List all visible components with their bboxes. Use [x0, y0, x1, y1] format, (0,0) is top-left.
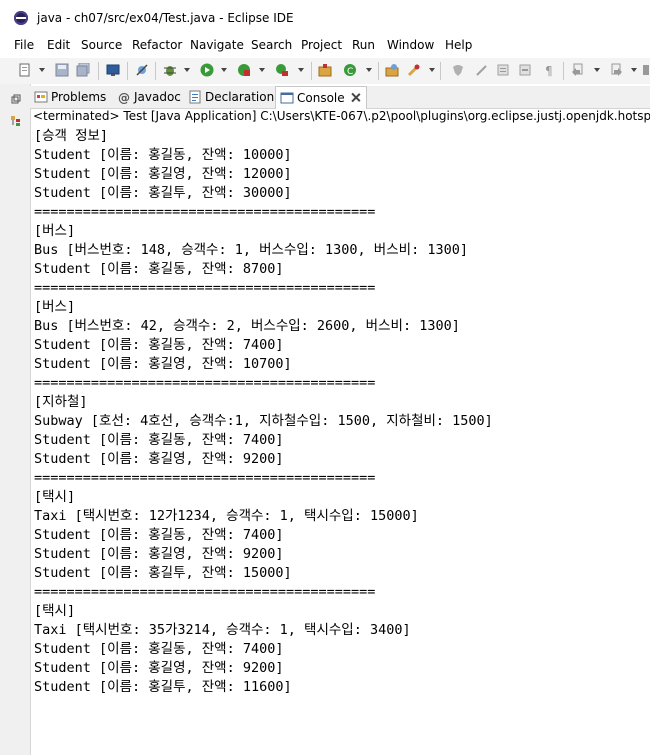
forward-icon[interactable]: [609, 63, 623, 77]
new-class-icon[interactable]: C: [343, 63, 357, 77]
debug-icon[interactable]: [163, 63, 177, 77]
tab-label: Problems: [51, 90, 107, 104]
search-dropdown-icon[interactable]: [429, 68, 435, 72]
console-line: ========================================…: [34, 375, 376, 391]
menu-help[interactable]: Help: [445, 38, 472, 52]
title-bar: java - ch07/src/ex04/Test.java - Eclipse…: [0, 0, 650, 36]
tab-declaration[interactable]: Declaration: [188, 86, 278, 108]
console-line: [승객 정보]: [34, 128, 109, 144]
svg-text:C: C: [347, 67, 353, 77]
main-toolbar: C ¶: [0, 58, 650, 84]
console-line: Student [이름: 홍길영, 잔액: 9200]: [34, 546, 284, 562]
console-line: Student [이름: 홍길투, 잔액: 30000]: [34, 185, 292, 201]
console-output: [승객 정보] Student [이름: 홍길동, 잔액: 10000] Stude…: [34, 127, 493, 697]
save-icon[interactable]: [55, 63, 69, 77]
menu-edit[interactable]: Edit: [47, 38, 70, 52]
edit-icon[interactable]: [474, 63, 488, 77]
tab-label: Javadoc: [134, 90, 181, 104]
menu-source[interactable]: Source: [81, 38, 122, 52]
console-line: Student [이름: 홍길영, 잔액: 10700]: [34, 356, 292, 372]
menu-file[interactable]: File: [14, 38, 34, 52]
menu-search[interactable]: Search: [251, 38, 292, 52]
back-dropdown-icon[interactable]: [594, 68, 600, 72]
console-line: Student [이름: 홍길투, 잔액: 15000]: [34, 565, 292, 581]
open-type-icon[interactable]: [385, 63, 399, 77]
tab-console[interactable]: Console: [275, 86, 367, 109]
console-line: Student [이름: 홍길영, 잔액: 9200]: [34, 660, 284, 676]
new-dropdown-icon[interactable]: [39, 68, 45, 72]
tab-label: Declaration: [205, 90, 275, 104]
menu-bar: File Edit Source Refactor Navigate Searc…: [0, 36, 650, 56]
menu-project[interactable]: Project: [301, 38, 342, 52]
forward-dropdown-icon[interactable]: [631, 68, 637, 72]
coverage-dropdown-icon[interactable]: [259, 68, 265, 72]
back-icon[interactable]: [571, 63, 585, 77]
menu-refactor[interactable]: Refactor: [132, 38, 182, 52]
coverage-icon[interactable]: [237, 63, 251, 77]
svg-text:¶: ¶: [545, 64, 553, 77]
console-line: Taxi [택시번호: 35가3214, 승객수: 1, 택시수입: 3400]: [34, 622, 411, 638]
view-tab-bar: Problems @ Javadoc Declaration Console: [30, 86, 650, 109]
declaration-icon: [189, 90, 201, 104]
console-line: Taxi [택시번호: 12가1234, 승객수: 1, 택시수입: 15000…: [34, 508, 419, 524]
new-icon[interactable]: [18, 63, 32, 77]
terminal-icon[interactable]: [106, 63, 120, 77]
save-all-icon[interactable]: [76, 63, 90, 77]
console-line: Bus [버스번호: 42, 승객수: 2, 버스수입: 2600, 버스비: …: [34, 318, 460, 334]
console-icon: [280, 92, 294, 104]
console-line: [지하철]: [34, 394, 88, 410]
console-line: ========================================…: [34, 584, 376, 600]
search-icon[interactable]: [407, 63, 421, 77]
console-terminated-header: <terminated> Test [Java Application] C:\…: [33, 109, 650, 123]
console-line: Student [이름: 홍길동, 잔액: 7400]: [34, 432, 284, 448]
menu-run[interactable]: Run: [352, 38, 375, 52]
console-line: Student [이름: 홍길동, 잔액: 7400]: [34, 527, 284, 543]
left-trim-strip: [0, 84, 31, 755]
console-line: [버스]: [34, 299, 76, 315]
new-java-project-icon[interactable]: [318, 63, 332, 77]
window-title: java - ch07/src/ex04/Test.java - Eclipse…: [37, 11, 294, 25]
console-line: [택시]: [34, 489, 76, 505]
console-line: Bus [버스번호: 148, 승객수: 1, 버스수입: 1300, 버스비:…: [34, 242, 468, 258]
run-dropdown-icon[interactable]: [221, 68, 227, 72]
console-line: ========================================…: [34, 280, 376, 296]
tab-problems[interactable]: Problems: [34, 86, 112, 108]
external-tools-icon[interactable]: [275, 63, 289, 77]
restore-icon[interactable]: [11, 94, 21, 104]
tab-label: Console: [297, 91, 345, 105]
javadoc-icon: @: [118, 91, 130, 104]
next-annotation-icon[interactable]: [496, 63, 510, 77]
pin-icon[interactable]: [641, 63, 650, 77]
console-view[interactable]: <terminated> Test [Java Application] C:\…: [31, 109, 650, 755]
menu-navigate[interactable]: Navigate: [190, 38, 244, 52]
eclipse-icon: [14, 11, 28, 25]
console-line: Student [이름: 홍길동, 잔액: 8700]: [34, 261, 284, 277]
console-line: Student [이름: 홍길영, 잔액: 12000]: [34, 166, 292, 182]
console-line: Student [이름: 홍길영, 잔액: 9200]: [34, 451, 284, 467]
console-line: ========================================…: [34, 204, 376, 220]
svg-text:@: @: [118, 91, 130, 104]
show-whitespace-icon[interactable]: ¶: [542, 63, 556, 77]
console-line: [택시]: [34, 603, 76, 619]
run-icon[interactable]: [200, 63, 214, 77]
menu-window[interactable]: Window: [387, 38, 434, 52]
new-class-dropdown-icon[interactable]: [366, 68, 372, 72]
console-line: [버스]: [34, 223, 76, 239]
tab-javadoc[interactable]: @ Javadoc: [117, 86, 189, 108]
debug-dropdown-icon[interactable]: [184, 68, 190, 72]
console-line: Student [이름: 홍길동, 잔액: 7400]: [34, 641, 284, 657]
problems-icon: [34, 91, 48, 103]
close-icon[interactable]: [351, 92, 361, 102]
hierarchy-icon[interactable]: [11, 116, 21, 126]
prev-annotation-icon[interactable]: [518, 63, 532, 77]
console-line: Subway [호선: 4호선, 승객수:1, 지하철수입: 1500, 지하철…: [34, 413, 493, 429]
console-line: Student [이름: 홍길동, 잔액: 10000]: [34, 147, 292, 163]
console-line: ========================================…: [34, 470, 376, 486]
console-line: Student [이름: 홍길투, 잔액: 11600]: [34, 679, 292, 695]
annotation-icon[interactable]: [451, 63, 465, 77]
console-line: Student [이름: 홍길동, 잔액: 7400]: [34, 337, 284, 353]
skip-breakpoints-icon[interactable]: [135, 63, 149, 77]
external-tools-dropdown-icon[interactable]: [298, 68, 304, 72]
